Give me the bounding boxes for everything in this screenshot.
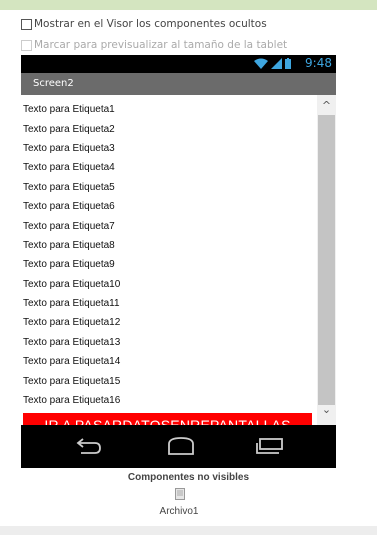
screen-content: Texto para Etiqueta1 Texto para Etiqueta…	[21, 95, 336, 437]
tablet-preview-label: Marcar para previsualizar al tamaño de l…	[34, 39, 288, 51]
label-component[interactable]: Texto para Etiqueta9	[23, 255, 313, 274]
back-icon[interactable]	[69, 435, 109, 457]
label-component[interactable]: Texto para Etiqueta13	[23, 333, 313, 352]
status-clock: 9:48	[305, 56, 332, 70]
recent-apps-icon[interactable]	[251, 435, 291, 457]
label-component[interactable]: Texto para Etiqueta6	[23, 197, 313, 216]
tablet-preview-checkbox[interactable]	[21, 39, 32, 51]
home-icon[interactable]	[161, 435, 201, 457]
tablet-preview-checkbox-row[interactable]: Marcar para previsualizar al tamaño de l…	[21, 39, 287, 51]
show-hidden-checkbox[interactable]	[21, 18, 32, 30]
scrollbar[interactable]: ^ ⌄	[317, 95, 336, 425]
signal-icon	[271, 58, 282, 69]
label-component[interactable]: Texto para Etiqueta8	[23, 236, 313, 255]
scroll-up-icon[interactable]: ^	[317, 97, 336, 115]
label-component[interactable]: Texto para Etiqueta1	[23, 100, 313, 119]
scrollbar-thumb[interactable]	[318, 115, 335, 405]
nonvisible-item-archivo1[interactable]: Archivo1	[0, 506, 358, 517]
label-component[interactable]: Texto para Etiqueta2	[23, 119, 313, 138]
label-component[interactable]: Texto para Etiqueta11	[23, 294, 313, 313]
file-icon[interactable]	[175, 488, 185, 500]
screen-title-bar: Screen2	[21, 73, 336, 95]
top-bar	[0, 0, 377, 10]
nonvisible-components-title: Componentes no visibles	[127, 472, 250, 483]
status-bar: 9:48	[21, 55, 336, 73]
wifi-icon	[254, 58, 268, 69]
label-list: Texto para Etiqueta1 Texto para Etiqueta…	[23, 100, 313, 410]
phone-preview: 9:48 Screen2 Texto para Etiqueta1 Texto …	[21, 55, 336, 468]
label-component[interactable]: Texto para Etiqueta4	[23, 158, 313, 177]
label-component[interactable]: Texto para Etiqueta14	[23, 352, 313, 371]
label-component[interactable]: Texto para Etiqueta7	[23, 216, 313, 235]
show-hidden-label: Mostrar en el Visor los componentes ocul…	[34, 18, 267, 30]
label-component[interactable]: Texto para Etiqueta5	[23, 178, 313, 197]
android-nav-bar	[21, 425, 336, 468]
label-component[interactable]: Texto para Etiqueta10	[23, 275, 313, 294]
bottom-bar	[0, 526, 377, 535]
screen-title: Screen2	[33, 78, 74, 89]
label-component[interactable]: Texto para Etiqueta3	[23, 139, 313, 158]
label-component[interactable]: Texto para Etiqueta16	[23, 391, 313, 410]
show-hidden-checkbox-row[interactable]: Mostrar en el Visor los componentes ocul…	[21, 18, 267, 30]
battery-icon	[285, 58, 291, 69]
label-component[interactable]: Texto para Etiqueta15	[23, 371, 313, 390]
label-component[interactable]: Texto para Etiqueta12	[23, 313, 313, 332]
scroll-down-icon[interactable]: ⌄	[317, 401, 336, 419]
